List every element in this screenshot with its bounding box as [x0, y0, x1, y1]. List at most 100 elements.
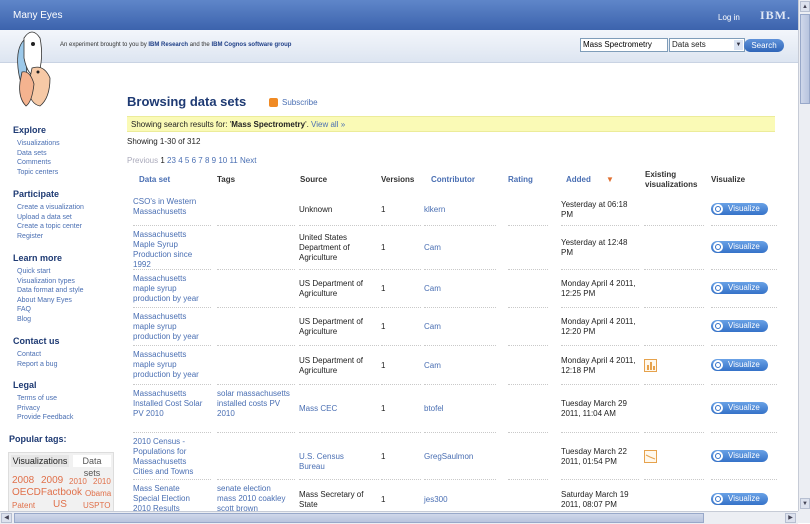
dataset-link[interactable]: CSO's in Western Massachusetts	[133, 197, 208, 217]
sidebar-item-faq[interactable]: FAQ	[13, 305, 84, 315]
tag-link[interactable]: 2010	[93, 477, 111, 486]
dataset-link[interactable]: Mass Senate Special Election 2010 Result…	[133, 484, 208, 511]
bar-chart-icon[interactable]	[644, 358, 657, 372]
dataset-link[interactable]: Massachusetts maple syrup production by …	[133, 274, 208, 304]
cognos-link[interactable]: IBM Cognos software group	[211, 42, 291, 48]
tag-link[interactable]: 2008	[12, 475, 34, 486]
horizontal-scrollbar[interactable]: ◀ ▶	[0, 511, 798, 524]
col-header-contributor[interactable]: Contributor	[431, 175, 475, 184]
sidebar-item-about[interactable]: About Many Eyes	[13, 296, 84, 306]
view-all-link[interactable]: View all »	[311, 120, 345, 129]
visualize-button[interactable]: Visualize	[711, 320, 768, 332]
vertical-scrollbar[interactable]: ▲ ▼	[798, 0, 810, 511]
sidebar-item-blog[interactable]: Blog	[13, 315, 84, 325]
tag-link[interactable]: USPTO	[83, 501, 110, 510]
pager-next[interactable]: Next	[240, 156, 256, 165]
scroll-up-icon[interactable]: ▲	[800, 1, 810, 12]
sidebar-item-visualizations[interactable]: Visualizations	[13, 139, 60, 149]
pager-page[interactable]: 11	[229, 156, 237, 165]
brand-link[interactable]: Many Eyes	[13, 10, 62, 21]
sidebar-item-topic-centers[interactable]: Topic centers	[13, 168, 60, 178]
sidebar-item-data-format[interactable]: Data format and style	[13, 286, 84, 296]
contributor-link[interactable]: Cam	[424, 284, 494, 294]
tag-links[interactable]: senate election mass 2010 coakley scott …	[217, 484, 292, 511]
source-text: Unknown	[299, 204, 333, 214]
pager-page[interactable]: 8	[205, 156, 209, 165]
subscribe-link[interactable]: Subscribe	[282, 98, 318, 107]
pager-page[interactable]: 10	[218, 156, 227, 165]
contributor-link[interactable]: klkern	[424, 205, 494, 215]
scroll-down-icon[interactable]: ▼	[800, 498, 810, 509]
pager-page[interactable]: 6	[192, 156, 196, 165]
dataset-link[interactable]: Massachusetts Installed Cost Solar PV 20…	[133, 389, 208, 419]
contributor-link[interactable]: jes300	[424, 495, 494, 505]
tag-link[interactable]: 2009	[41, 475, 63, 486]
scroll-left-icon[interactable]: ◀	[1, 513, 12, 523]
contributor-link[interactable]: btofel	[424, 404, 494, 414]
contributor-link[interactable]: GregSaulmon	[424, 452, 494, 462]
visualize-button[interactable]: Visualize	[711, 241, 768, 253]
search-button[interactable]: Search	[744, 39, 784, 52]
h-scroll-thumb[interactable]	[14, 513, 704, 523]
pager-page[interactable]: 5	[185, 156, 189, 165]
visualize-button[interactable]: Visualize	[711, 202, 768, 215]
tab-visualizations[interactable]: Visualizations	[11, 455, 69, 467]
visualize-button[interactable]: Visualize	[711, 358, 768, 371]
visualize-button[interactable]: Visualize	[711, 402, 768, 414]
contributor-link[interactable]: Cam	[424, 361, 494, 371]
visualize-button[interactable]: Visualize	[711, 449, 768, 462]
contributor-link[interactable]: Cam	[424, 322, 494, 332]
ibm-research-link[interactable]: IBM Research	[148, 42, 188, 48]
col-header-added[interactable]: Added	[566, 175, 591, 184]
sidebar-item-report-bug[interactable]: Report a bug	[13, 360, 60, 370]
search-input[interactable]: Mass Spectrometry	[580, 38, 668, 52]
sidebar-item-terms[interactable]: Terms of use	[13, 394, 73, 404]
sidebar-item-upload-data-set[interactable]: Upload a data set	[13, 213, 84, 223]
tag-links[interactable]: solar massachusetts installed costs PV 2…	[217, 389, 292, 419]
row-divider	[508, 432, 548, 433]
visualize-button[interactable]: Visualize	[711, 282, 768, 294]
dataset-link[interactable]: 2010 Census - Populations for Massachuse…	[133, 437, 208, 477]
sidebar-item-data-sets[interactable]: Data sets	[13, 149, 60, 159]
scroll-thumb[interactable]	[800, 14, 810, 104]
tag-link[interactable]: OECDFactbook	[12, 487, 82, 498]
sidebar-item-quick-start[interactable]: Quick start	[13, 267, 84, 277]
sidebar-item-privacy[interactable]: Privacy	[13, 404, 73, 414]
search-type-select[interactable]: Data sets ▼	[669, 38, 745, 52]
source-text: US Department of Agriculture	[299, 355, 364, 375]
dataset-link[interactable]: Massachusetts maple syrup production by …	[133, 312, 208, 342]
pager-page[interactable]: 9	[212, 156, 216, 165]
tag-link[interactable]: Obama	[85, 489, 111, 498]
pager-page[interactable]: 4	[178, 156, 182, 165]
tag-link[interactable]: 2010	[69, 477, 87, 486]
many-eyes-logo[interactable]	[10, 28, 52, 110]
source-text[interactable]: Mass CEC	[299, 404, 371, 414]
visualize-button[interactable]: Visualize	[711, 493, 768, 505]
pager-page[interactable]: 3	[172, 156, 176, 165]
line-chart-icon[interactable]	[644, 449, 657, 463]
contributor-link[interactable]: Cam	[424, 243, 494, 253]
source-text[interactable]: U.S. Census Bureau	[299, 452, 371, 472]
sort-desc-icon[interactable]: ▼	[606, 175, 614, 184]
sidebar-item-create-visualization[interactable]: Create a visualization	[13, 203, 84, 213]
sidebar-item-register[interactable]: Register	[13, 232, 84, 242]
tag-link[interactable]: US	[53, 499, 67, 510]
sidebar-item-create-topic-center[interactable]: Create a topic center	[13, 222, 84, 232]
tag-link[interactable]: Patent	[12, 501, 35, 510]
search-notice: Showing search results for: 'Mass Spectr…	[127, 116, 775, 132]
row-divider	[133, 345, 211, 346]
pager-page[interactable]: 7	[198, 156, 202, 165]
login-link[interactable]: Log in	[718, 13, 740, 22]
col-header-rating[interactable]: Rating	[508, 175, 533, 184]
sidebar-item-visualization-types[interactable]: Visualization types	[13, 277, 84, 287]
dataset-link[interactable]: Massachusetts maple syrup production by …	[133, 350, 208, 380]
tab-data-sets[interactable]: Data sets	[73, 455, 111, 478]
rss-icon[interactable]	[269, 98, 278, 107]
dataset-link[interactable]: Massachusetts Maple Syrup Production sin…	[133, 230, 208, 270]
scroll-right-icon[interactable]: ▶	[785, 513, 796, 523]
sidebar-item-comments[interactable]: Comments	[13, 158, 60, 168]
magnifier-icon	[713, 403, 723, 413]
sidebar-item-contact[interactable]: Contact	[13, 350, 60, 360]
sidebar-item-feedback[interactable]: Provide Feedback	[13, 413, 73, 423]
col-header-dataset[interactable]: Data set	[139, 175, 170, 184]
